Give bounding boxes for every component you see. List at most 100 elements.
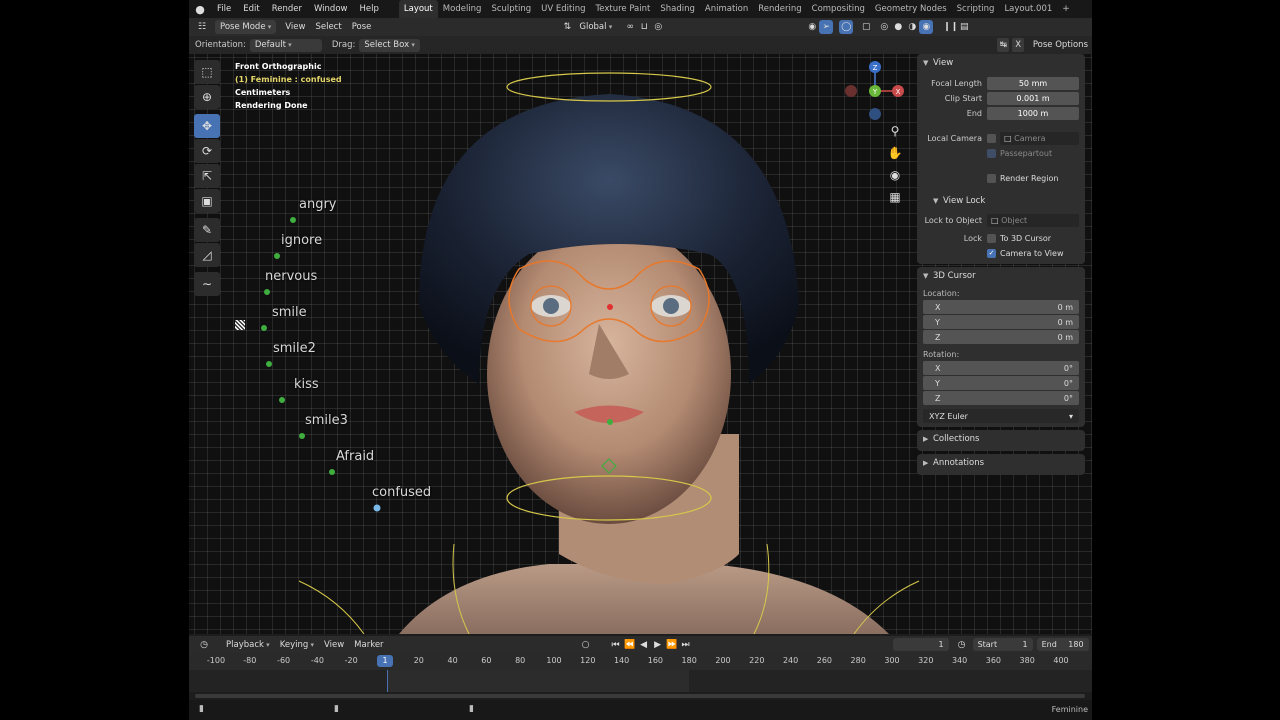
tab-sculpting[interactable]: Sculpting: [486, 0, 536, 18]
collections-panel[interactable]: ▶ Collections: [917, 430, 1085, 451]
next-keyframe-icon[interactable]: ⏩: [665, 638, 679, 652]
relax-tool-icon[interactable]: ∼: [194, 272, 220, 296]
orientation-dropdown[interactable]: Default: [249, 38, 322, 52]
snap-icon[interactable]: ⊔: [637, 20, 651, 34]
measure-tool-icon[interactable]: ◿: [194, 243, 220, 267]
add-workspace-button[interactable]: +: [1057, 0, 1075, 18]
tab-scripting[interactable]: Scripting: [952, 0, 1000, 18]
tab-shading[interactable]: Shading: [655, 0, 700, 18]
cursor-rotation-x[interactable]: X 0°: [923, 361, 1079, 375]
lock-object-field[interactable]: □ Object: [987, 214, 1079, 227]
clip-start-field[interactable]: 0.001 m: [987, 92, 1079, 105]
ruler-tick-label: 260: [816, 656, 833, 665]
tab-rendering[interactable]: Rendering: [753, 0, 806, 18]
select-menu[interactable]: Select: [310, 20, 346, 34]
tab-texture-paint[interactable]: Texture Paint: [591, 0, 656, 18]
shading-wireframe-icon[interactable]: ◎: [877, 20, 891, 34]
focal-length-field[interactable]: 50 mm: [987, 77, 1079, 90]
3d-cursor-header[interactable]: ▼ 3D Cursor: [917, 267, 1085, 285]
mode-dropdown[interactable]: Pose Mode: [215, 20, 277, 34]
timeline-ruler[interactable]: -100 -80 -60 -40 -20 20 40 60 80 100 120 140 160 180 2…: [189, 653, 1092, 670]
playback-menu[interactable]: Playback: [221, 638, 275, 652]
keying-menu[interactable]: Keying: [275, 638, 319, 652]
camera-view-icon[interactable]: ◉: [886, 166, 904, 184]
tab-layout-001[interactable]: Layout.001: [999, 0, 1057, 18]
cursor-location-x[interactable]: X 0 m: [923, 300, 1079, 314]
gizmo-toggle-icon[interactable]: ➢: [819, 20, 834, 34]
jump-end-icon[interactable]: ⏭: [679, 638, 693, 652]
camera-field[interactable]: □ Camera: [1000, 132, 1079, 145]
perspective-grid-icon[interactable]: ▦: [886, 188, 904, 206]
shading-material-icon[interactable]: ◑: [905, 20, 919, 34]
transform-tool-icon[interactable]: ▣: [194, 189, 220, 213]
sidebar-toggle-icon[interactable]: ▤: [957, 20, 971, 34]
move-tool-icon[interactable]: ✥: [194, 114, 220, 138]
drag-dropdown[interactable]: Select Box: [359, 38, 420, 52]
render-region-checkbox[interactable]: [987, 174, 996, 183]
xray-toggle-icon[interactable]: ▢: [859, 20, 873, 34]
timeline-scrollbar[interactable]: [189, 692, 1092, 700]
tab-compositing[interactable]: Compositing: [807, 0, 870, 18]
cursor-rotation-y[interactable]: Y 0°: [923, 376, 1079, 390]
clip-end-field[interactable]: 1000 m: [987, 107, 1079, 120]
local-camera-checkbox[interactable]: [987, 134, 996, 143]
location-label: Location:: [923, 289, 960, 298]
play-icon[interactable]: ▶: [651, 638, 665, 652]
annotations-panel[interactable]: ▶ Annotations: [917, 454, 1085, 475]
camera-to-view-label: Camera to View: [1000, 249, 1064, 258]
jump-start-icon[interactable]: ⏮: [609, 638, 623, 652]
record-icon[interactable]: ○: [579, 638, 593, 652]
view-lock-header[interactable]: ▼ View Lock: [917, 192, 1085, 210]
timeline-view-menu[interactable]: View: [319, 638, 349, 652]
select-box-tool-icon[interactable]: ⬚: [194, 60, 220, 84]
pivot-link-icon[interactable]: ∞: [623, 20, 637, 34]
menu-window[interactable]: Window: [308, 0, 354, 18]
end-frame-field[interactable]: End 180: [1036, 638, 1089, 651]
view-panel-header[interactable]: ▼ View: [917, 54, 1085, 72]
passepartout-checkbox[interactable]: [987, 149, 996, 158]
scale-tool-icon[interactable]: ⇱: [194, 164, 220, 188]
pause-render-icon[interactable]: ❙❙: [943, 20, 958, 34]
start-frame-field[interactable]: Start 1: [972, 638, 1033, 651]
tab-uv-editing[interactable]: UV Editing: [536, 0, 590, 18]
pan-hand-icon[interactable]: ✋: [886, 144, 904, 162]
annotate-tool-icon[interactable]: ✎: [194, 218, 220, 242]
overlay-render-status: Rendering Done: [235, 101, 308, 110]
tab-layout[interactable]: Layout: [398, 0, 438, 18]
tab-animation[interactable]: Animation: [700, 0, 753, 18]
camera-to-view-checkbox[interactable]: ✓: [987, 249, 996, 258]
overlay-toggle-icon[interactable]: ◯: [839, 20, 854, 34]
editor-type-icon[interactable]: ☷: [195, 20, 209, 34]
marker-menu[interactable]: Marker: [349, 638, 388, 652]
pose-menu[interactable]: Pose: [347, 20, 377, 34]
playhead-frame-indicator[interactable]: 1: [377, 655, 393, 667]
blender-logo-icon[interactable]: ●: [189, 0, 211, 18]
shading-solid-icon[interactable]: ●: [891, 20, 905, 34]
rotate-tool-icon[interactable]: ⟳: [194, 139, 220, 163]
menu-render[interactable]: Render: [266, 0, 308, 18]
tab-geometry-nodes[interactable]: Geometry Nodes: [870, 0, 952, 18]
prev-keyframe-icon[interactable]: ⏪: [623, 638, 637, 652]
shading-rendered-icon[interactable]: ◉: [919, 20, 934, 34]
cursor-location-z[interactable]: Z 0 m: [923, 330, 1079, 344]
transform-orientation-dropdown[interactable]: Global: [574, 20, 617, 34]
cursor-location-y[interactable]: Y 0 m: [923, 315, 1079, 329]
to-3d-cursor-checkbox[interactable]: [987, 234, 996, 243]
timeline-editor-icon[interactable]: ◷: [197, 638, 211, 652]
current-frame-field[interactable]: 1: [892, 638, 949, 651]
cursor-tool-icon[interactable]: ⊕: [194, 85, 220, 109]
visibility-icon[interactable]: ◉: [805, 20, 819, 34]
ruler-tick-label: 80: [515, 656, 526, 665]
menu-edit[interactable]: Edit: [237, 0, 265, 18]
zoom-icon[interactable]: ⚲: [886, 122, 904, 140]
menu-help[interactable]: Help: [353, 0, 384, 18]
cursor-rotation-z[interactable]: Z 0°: [923, 391, 1079, 405]
ruler-tick-label: -40: [310, 656, 324, 665]
play-reverse-icon[interactable]: ◀: [637, 638, 651, 652]
tab-modeling[interactable]: Modeling: [438, 0, 487, 18]
proportional-edit-icon[interactable]: ◎: [651, 20, 665, 34]
rotation-mode-dropdown[interactable]: XYZ Euler ▾: [923, 409, 1079, 423]
pose-options-button[interactable]: ↹ X Pose Options: [997, 38, 1088, 52]
view-menu[interactable]: View: [280, 20, 310, 34]
menu-file[interactable]: File: [211, 0, 237, 18]
